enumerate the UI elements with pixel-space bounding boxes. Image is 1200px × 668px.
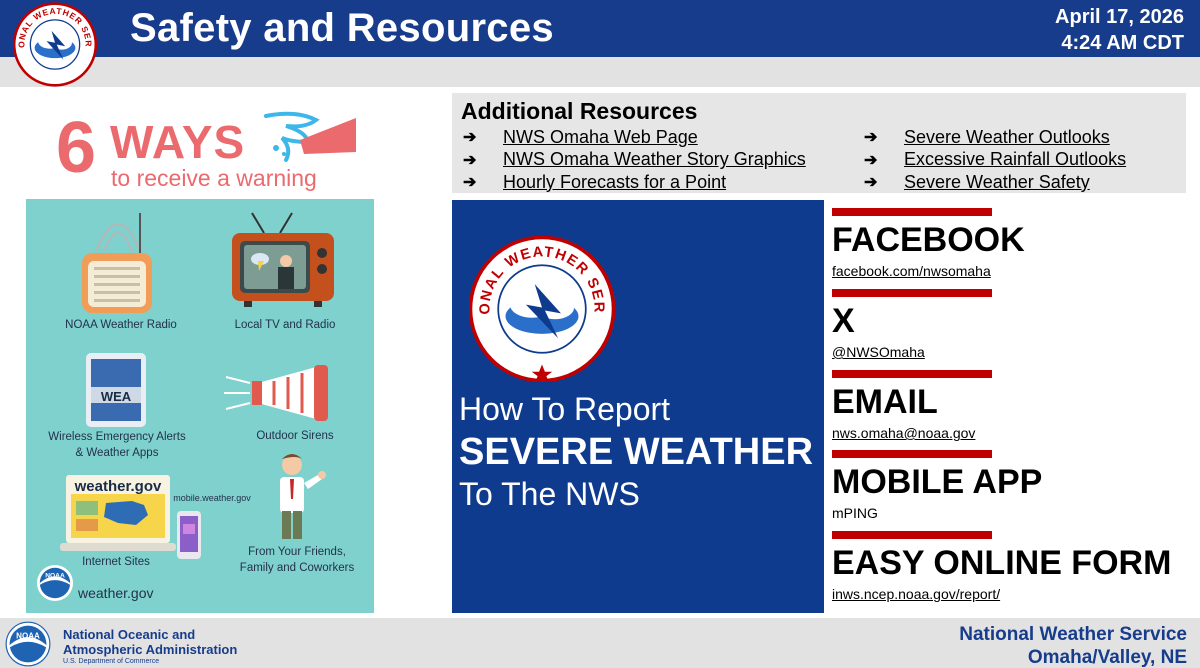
wind-icon [264,111,356,162]
contact-email: EMAIL nws.omaha@noaa.gov [832,370,1192,450]
resource-item: ➔ Severe Weather Safety [864,171,1126,194]
arrow-right-icon: ➔ [864,129,878,147]
red-divider [832,289,992,297]
svg-text:NOAA: NOAA [45,572,65,579]
facebook-link[interactable]: facebook.com/nwsomaha [832,262,991,280]
mobile-site-text: mobile.weather.gov [173,493,251,503]
contact-label: EASY ONLINE FORM [832,544,1172,582]
six-ways-heading: 6 WAYS to receive a warning [26,102,374,198]
resources-title: Additional Resources [461,98,698,124]
arrow-right-icon: ➔ [463,174,477,192]
resource-item: ➔ Excessive Rainfall Outlooks [864,149,1126,172]
person-icon [280,454,326,539]
panel-site-text: weather.gov [78,585,154,601]
wea-caption: Wireless Emergency Alerts & Weather Apps [48,431,186,459]
contact-label: MOBILE APP [832,463,1043,501]
six-number: 6 [56,108,97,188]
contact-online-form: EASY ONLINE FORM inws.ncep.noaa.gov/repo… [832,531,1192,611]
date-text: April 17, 2026 [1055,6,1184,28]
red-divider [832,531,992,539]
ways-subheading: to receive a warning [111,165,317,191]
report-line3: To The NWS [459,476,640,512]
additional-resources: Additional Resources ➔ NWS Omaha Web Pag… [452,93,1186,193]
timestamp: April 17, 2026 4:24 AM CDT [1055,4,1184,56]
red-divider [832,450,992,458]
arrow-right-icon: ➔ [864,174,878,192]
contact-label: X [832,302,855,340]
nws-logo-icon: NATIONAL WEATHER SERVICE [9,2,98,87]
link-weather-story-graphics[interactable]: NWS Omaha Weather Story Graphics [503,149,806,170]
page-title: Safety and Resources [130,6,554,50]
siren-icon [224,365,328,421]
report-severe-weather-box: NATIONAL WEATHER SERVICE How To Report S… [452,200,824,613]
screen-site-text: weather.gov [74,478,162,495]
red-divider [832,370,992,378]
online-form-link[interactable]: inws.ncep.noaa.gov/report/ [832,585,1000,603]
tv-icon [232,212,334,307]
header-stripe [0,57,1200,87]
siren-caption: Outdoor Sirens [256,430,334,442]
resource-item: ➔ Hourly Forecasts for a Point [463,171,806,194]
contact-x: X @NWSOmaha [832,289,1192,369]
link-nws-omaha-web-page[interactable]: NWS Omaha Web Page [503,127,698,148]
resource-item: ➔ NWS Omaha Weather Story Graphics [463,149,806,172]
contact-label: EMAIL [832,383,938,421]
link-severe-weather-outlooks[interactable]: Severe Weather Outlooks [904,127,1110,148]
noaa-small-logo: NOAA [36,564,74,602]
phone-icon [177,511,201,559]
noaa-name: National Oceanic and Atmospheric Adminis… [63,627,238,657]
tv-caption: Local TV and Radio [234,319,336,331]
resource-item: ➔ Severe Weather Outlooks [864,126,1126,149]
contact-facebook: FACEBOOK facebook.com/nwsomaha [832,208,1192,288]
time-text: 4:24 AM CDT [1061,32,1184,54]
report-line1: How To Report [459,391,671,427]
warning-ways-panel: NOAA Weather Radio Local TV and Radio WE… [26,199,374,613]
resources-right-column: ➔ Severe Weather Outlooks ➔ Excessive Ra… [864,126,1126,194]
friends-caption: From Your Friends, Family and Coworkers [239,546,355,574]
nws-name: National Weather Service [959,624,1187,645]
footer-bar: NOAA National Oceanic and Atmospheric Ad… [0,618,1200,668]
link-hourly-forecasts[interactable]: Hourly Forecasts for a Point [503,172,726,193]
noaa-logo-icon: NOAA [5,621,51,667]
report-line2: SEVERE WEATHER [459,431,814,473]
link-excessive-rainfall-outlooks[interactable]: Excessive Rainfall Outlooks [904,149,1126,170]
wea-label: WEA [100,389,132,404]
arrow-right-icon: ➔ [463,129,477,147]
svg-text:NOAA: NOAA [16,631,40,640]
contact-label: FACEBOOK [832,221,1025,259]
slide: Safety and Resources April 17, 2026 4:24… [0,0,1200,668]
radio-icon [82,213,152,313]
report-methods: FACEBOOK facebook.com/nwsomaha X @NWSOma… [832,208,1192,608]
ways-heading: WAYS [110,116,246,168]
red-divider [832,208,992,216]
nws-office: Omaha/Valley, NE [1027,647,1187,668]
radio-caption: NOAA Weather Radio [65,319,177,331]
contact-mobile-app: MOBILE APP mPING [832,450,1192,530]
nws-logo-large-icon: NATIONAL WEATHER SERVICE [469,236,615,382]
resource-item: ➔ NWS Omaha Web Page [463,126,806,149]
resources-left-column: ➔ NWS Omaha Web Page ➔ NWS Omaha Weather… [463,126,806,194]
noaa-department: U.S. Department of Commerce [63,658,160,665]
arrow-right-icon: ➔ [864,151,878,169]
arrow-right-icon: ➔ [463,151,477,169]
email-link[interactable]: nws.omaha@noaa.gov [832,424,975,442]
mobile-app-name: mPING [832,505,878,521]
header-bar: Safety and Resources April 17, 2026 4:24… [0,0,1200,57]
x-handle-link[interactable]: @NWSOmaha [832,343,925,361]
link-severe-weather-safety[interactable]: Severe Weather Safety [904,172,1090,193]
